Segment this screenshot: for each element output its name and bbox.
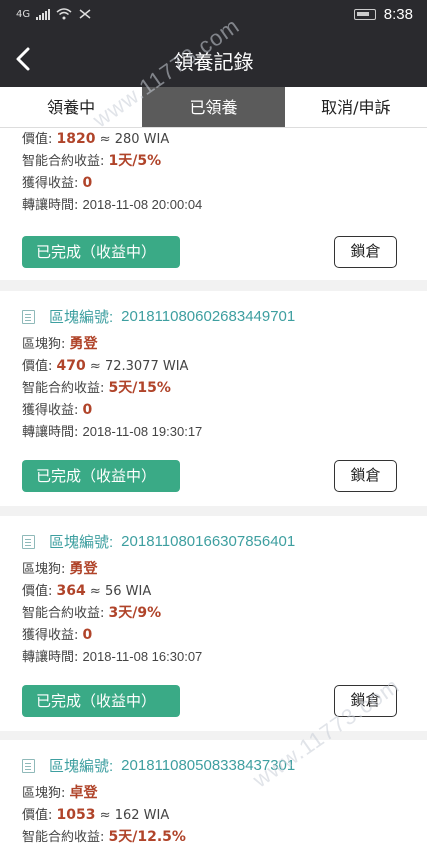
lock-button[interactable]: 鎖倉	[334, 685, 397, 717]
record-card: 區塊編號: 201811080508338437301 區塊狗: 卓登 價值: …	[0, 740, 427, 855]
block-id-header: 區塊編號: 201811080602683449701	[22, 306, 295, 327]
wifi-icon	[56, 8, 72, 20]
clock: 8:38	[383, 6, 413, 23]
tab-adopted[interactable]: 已領養	[142, 87, 285, 127]
value-row: 價值: 1820 ≈ 280 WIA	[22, 131, 170, 147]
transfer-time-row: 轉讓時間: 2018-11-08 19:30:17	[22, 424, 203, 440]
network-label: 4G	[16, 8, 31, 20]
lock-button[interactable]: 鎖倉	[334, 460, 397, 492]
contract-row: 智能合約收益: 5天/15%	[22, 380, 171, 396]
record-card: 區塊編號: 201811080602683449701 區塊狗: 勇登 價值: …	[0, 291, 427, 506]
status-button[interactable]: 已完成（收益中）	[22, 236, 180, 268]
status-right: 8:38	[353, 6, 413, 23]
value-row: 價值: 470 ≈ 72.3077 WIA	[22, 358, 189, 374]
record-details: 區塊狗: 勇登 價值: 364 ≈ 56 WIA 智能合約收益: 3天/9% 獲…	[22, 558, 202, 668]
block-id: 201811080602683449701	[121, 308, 296, 325]
block-id: 201811080166307856401	[121, 533, 296, 550]
lock-button[interactable]: 鎖倉	[334, 236, 397, 268]
block-id-header: 區塊編號: 201811080508338437301	[22, 755, 295, 776]
record-details: 區塊狗: 勇登 價值: 470 ≈ 72.3077 WIA 智能合約收益: 5天…	[22, 333, 202, 443]
earned-row: 獲得收益: 0	[22, 627, 93, 643]
page-title: 領養記錄	[173, 50, 254, 74]
dog-row: 區塊狗: 卓登	[22, 785, 98, 801]
tab-bar: 領養中 已領養 取消/申訴	[0, 87, 427, 128]
tab-adopting[interactable]: 領養中	[0, 87, 142, 127]
value-row: 價值: 364 ≈ 56 WIA	[22, 583, 152, 599]
contract-row: 智能合約收益: 1天/5%	[22, 153, 162, 169]
document-icon	[22, 758, 35, 773]
transfer-time-row: 轉讓時間: 2018-11-08 20:00:04	[22, 197, 203, 213]
earned-row: 獲得收益: 0	[22, 402, 93, 418]
record-card: 區塊編號: 201811080166307856401 區塊狗: 勇登 價值: …	[0, 516, 427, 731]
block-id: 201811080508338437301	[121, 757, 296, 774]
document-icon	[22, 534, 35, 549]
dog-row: 區塊狗: 勇登	[22, 336, 98, 352]
document-icon	[22, 309, 35, 324]
earned-row: 獲得收益: 0	[22, 175, 93, 191]
adoption-record-list[interactable]: 價值: 1820 ≈ 280 WIA 智能合約收益: 1天/5% 獲得收益: 0…	[0, 128, 427, 855]
contract-row: 智能合約收益: 3天/9%	[22, 605, 162, 621]
status-button[interactable]: 已完成（收益中）	[22, 460, 180, 492]
signal-icon	[36, 8, 51, 20]
record-details: 價值: 1820 ≈ 280 WIA 智能合約收益: 1天/5% 獲得收益: 0…	[22, 128, 202, 216]
contract-row: 智能合約收益: 5天/12.5%	[22, 829, 186, 845]
tab-cancel-appeal[interactable]: 取消/申訴	[285, 87, 427, 127]
nav-bar: 領養記錄	[0, 32, 427, 87]
status-button[interactable]: 已完成（收益中）	[22, 685, 180, 717]
notification-icon	[79, 9, 91, 19]
record-card: 價值: 1820 ≈ 280 WIA 智能合約收益: 1天/5% 獲得收益: 0…	[0, 128, 427, 280]
value-row: 價值: 1053 ≈ 162 WIA	[22, 807, 170, 823]
record-details: 區塊狗: 卓登 價值: 1053 ≈ 162 WIA 智能合約收益: 5天/12…	[22, 782, 186, 848]
battery-icon	[353, 9, 376, 20]
transfer-time-row: 轉讓時間: 2018-11-08 16:30:07	[22, 649, 203, 665]
block-id-header: 區塊編號: 201811080166307856401	[22, 531, 295, 552]
dog-row: 區塊狗: 勇登	[22, 561, 98, 577]
status-icons: 4G	[16, 8, 92, 20]
status-bar: 4G 8:38	[0, 0, 427, 32]
